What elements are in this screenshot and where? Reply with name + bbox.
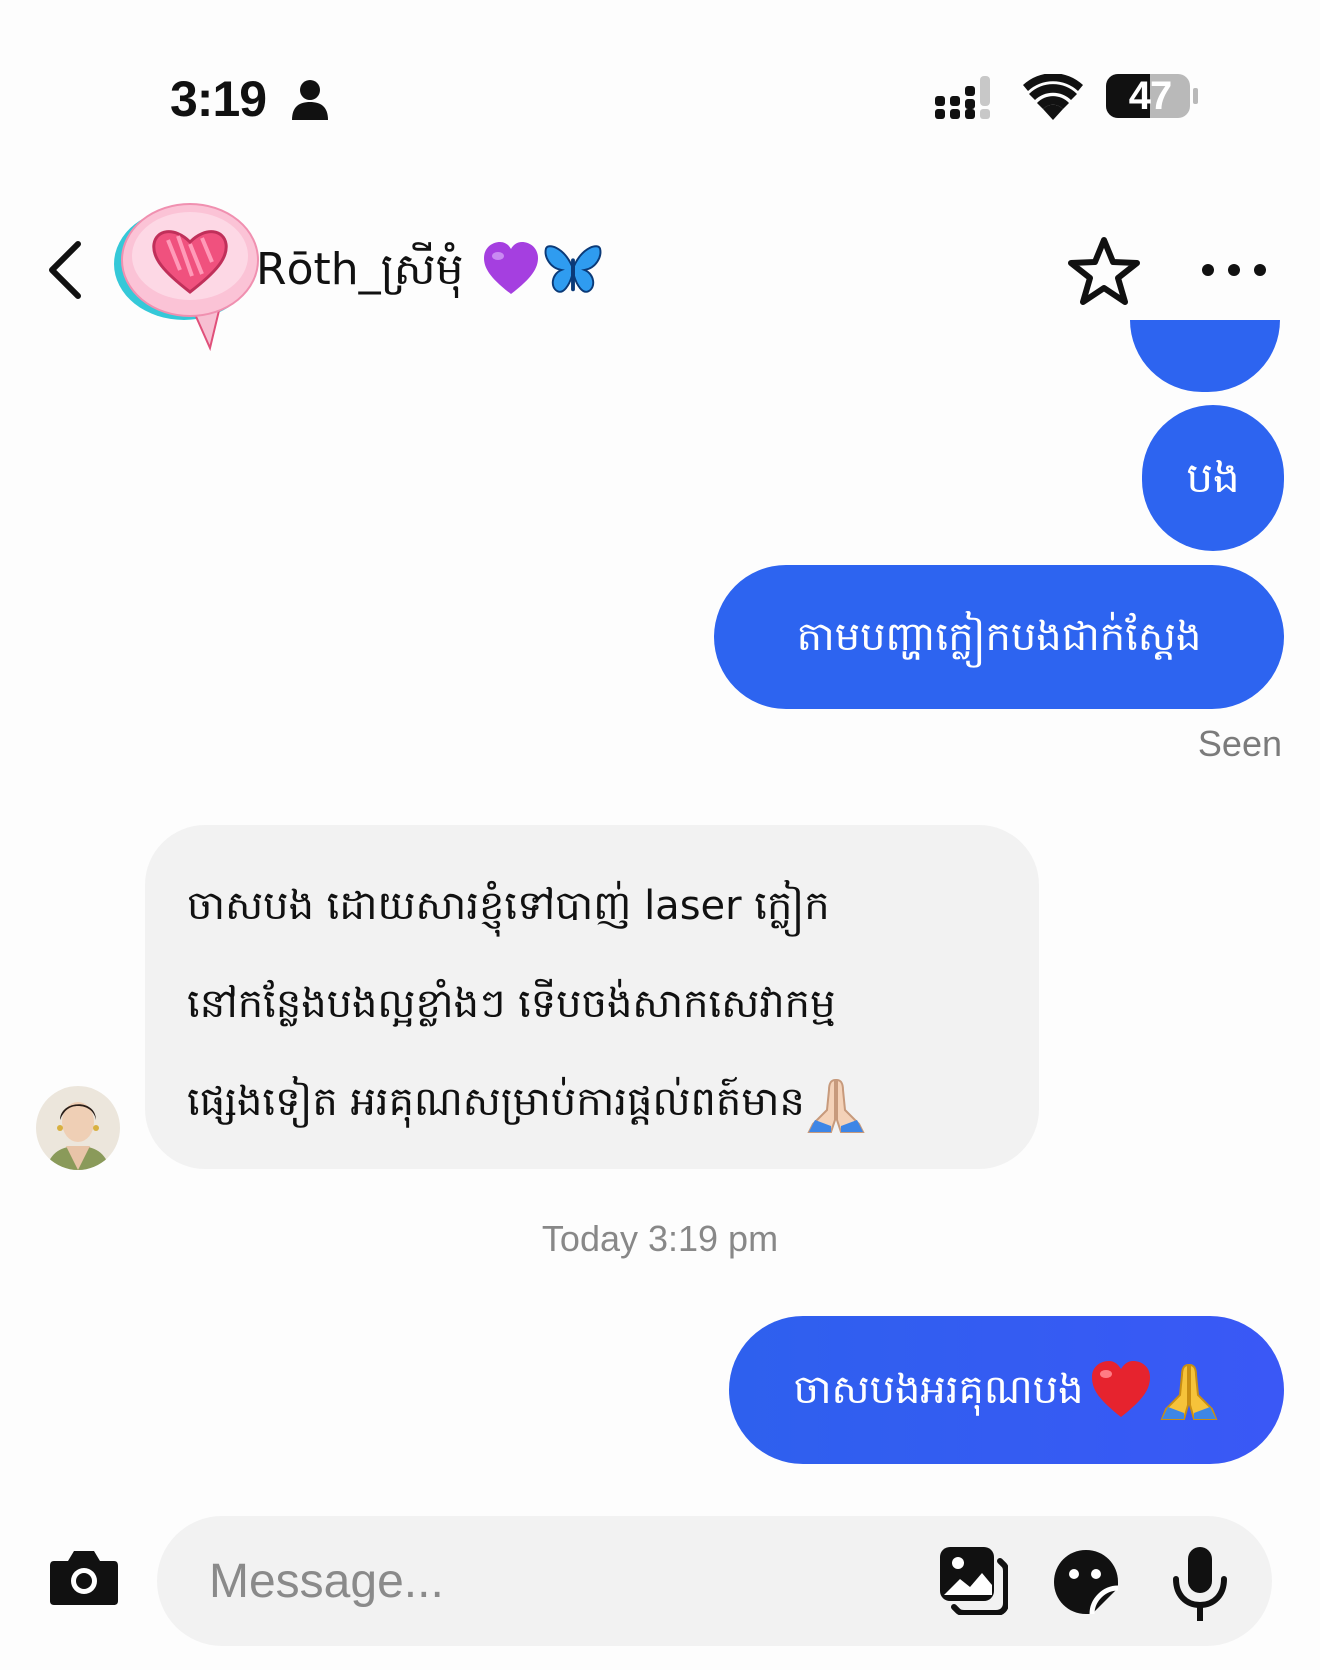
red-heart-emoji (1091, 1361, 1150, 1417)
more-icon[interactable] (1200, 258, 1268, 282)
message-bubble-outgoing[interactable]: ចាសបងអរគុណបង (729, 1316, 1284, 1464)
camera-icon[interactable] (48, 1545, 120, 1609)
message-bubble-outgoing[interactable]: តាមបញ្ហាក្លៀកបងជាក់ស្តែង (714, 565, 1284, 709)
purple-heart-emoji (484, 242, 538, 294)
microphone-icon[interactable] (1170, 1545, 1230, 1623)
person-icon (292, 80, 328, 120)
message-input[interactable] (209, 1546, 869, 1616)
battery-level: 47 (1128, 74, 1173, 118)
message-text: បង (1186, 453, 1240, 502)
message-bubble-outgoing[interactable]: បង (1142, 405, 1284, 551)
back-icon[interactable] (40, 238, 90, 302)
wifi-icon (1023, 74, 1083, 120)
star-icon[interactable] (1066, 234, 1142, 310)
folded-hands-emoji (807, 1078, 865, 1133)
message-bubble-outgoing-partial[interactable] (1130, 320, 1280, 392)
message-bubble-incoming[interactable]: ចាសបង ដោយសារខ្ញុំទៅបាញ់ laser ក្លៀក នៅកន… (145, 825, 1039, 1169)
signal-icon (935, 76, 990, 119)
message-text: ចាសបងអរគុណបង (793, 1367, 1084, 1413)
timestamp: Today 3:19 pm (541, 1218, 779, 1259)
butterfly-emoji (544, 245, 602, 293)
message-text-line: ផ្សេងទៀត អរគុណសម្រាប់ការផ្តល់ពត៍មាន (187, 1079, 805, 1125)
chat-screen: 3:19 47 Rōth_ស្រីមុំ បង តាមបញ្ហាក្លៀកបងជ… (0, 0, 1320, 1670)
gallery-icon[interactable] (938, 1545, 1008, 1615)
seen-indicator: Seen (1197, 723, 1282, 764)
folded-hands-emoji (1160, 1363, 1217, 1420)
heart-speech-sticker-avatar[interactable] (112, 200, 262, 360)
message-text-line: នៅកន្លែងបងល្អខ្លាំងៗ ទើបចង់សាកសេវាកម្ម (187, 981, 836, 1027)
sticker-icon[interactable] (1052, 1548, 1120, 1616)
message-text-line: ចាសបង ដោយសារខ្ញុំទៅបាញ់ laser ក្លៀក (187, 883, 830, 929)
contact-avatar-image (36, 1086, 120, 1170)
status-time: 3:19 (170, 71, 267, 127)
message-text-line-with-emoji: ផ្សេងទៀត អរគុណសម្រាប់ការផ្តល់ពត៍មាន (187, 1053, 995, 1151)
contact-name[interactable]: Rōth_ស្រីមុំ (256, 240, 464, 300)
message-text: តាមបញ្ហាក្លៀកបងជាក់ស្តែង (796, 614, 1202, 660)
contact-avatar[interactable] (36, 1086, 120, 1170)
